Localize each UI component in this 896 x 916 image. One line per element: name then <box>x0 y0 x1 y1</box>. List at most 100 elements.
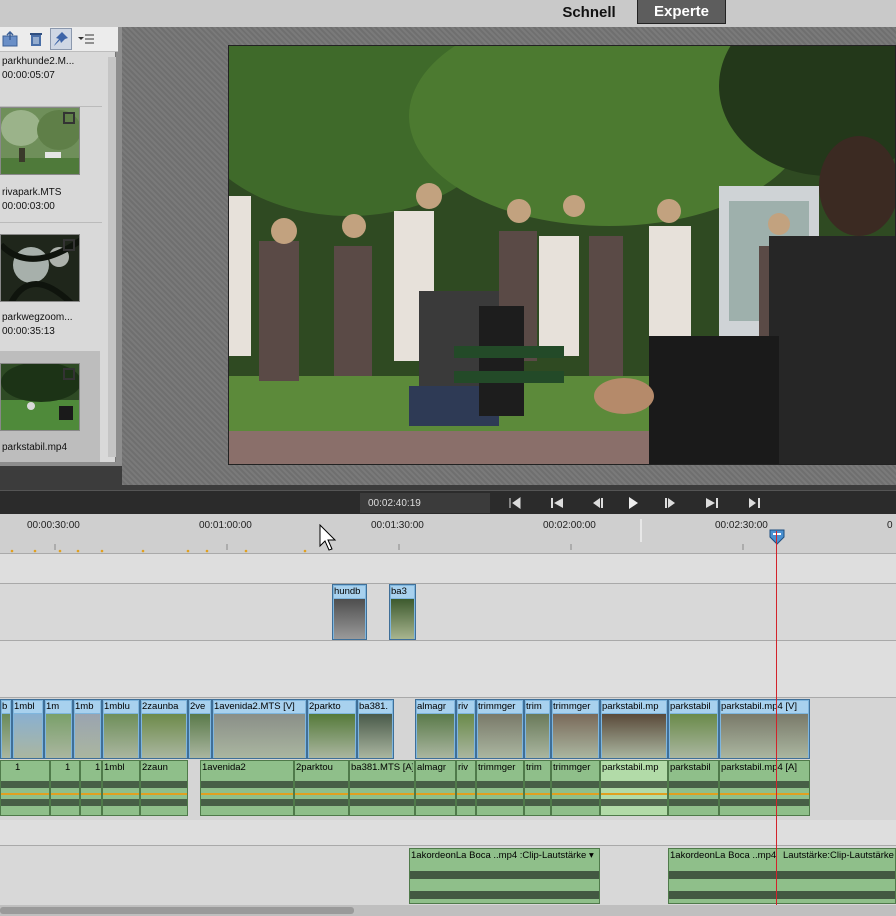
audio-clip[interactable]: trimmger <box>551 760 600 816</box>
playhead-handle-icon[interactable] <box>769 529 785 545</box>
clip-label: 1 <box>95 762 100 773</box>
waveform <box>103 781 139 806</box>
audio-clip[interactable]: parkstabil <box>668 760 719 816</box>
video-clip[interactable]: riv <box>456 699 476 759</box>
waveform <box>1 781 49 806</box>
music-clip[interactable]: 1akordeonLa Boca ..mp4 :Clip-Lautstärke … <box>409 848 600 904</box>
audio-clip[interactable]: trim <box>524 760 551 816</box>
audio-clip[interactable]: riv <box>456 760 476 816</box>
waveform <box>410 871 599 899</box>
asset-item[interactable]: parkhunde2.M... 00:00:05:07 <box>0 52 100 104</box>
video-clip[interactable]: ba381. <box>357 699 394 759</box>
audio-clip[interactable]: 2parktou <box>294 760 349 816</box>
clip-label: 1mbl <box>14 701 42 713</box>
video-clip[interactable]: parkstabil <box>668 699 719 759</box>
waveform <box>457 781 475 806</box>
video-clip[interactable]: 1mblu <box>102 699 140 759</box>
waveform <box>477 781 523 806</box>
transport-bar: 00:02:40:19 <box>0 490 896 514</box>
audio-clip[interactable]: 1 <box>0 760 50 816</box>
audio-clip[interactable]: trimmger <box>476 760 524 816</box>
assets-list: parkhunde2.M... 00:00:05:07 rivapark.MTS… <box>0 27 118 462</box>
asset-name: parkstabil.mp4 <box>2 442 68 453</box>
waveform <box>552 781 599 806</box>
clip-label: 1akordeonLa Boca ..mp4 :Clip-Lautstärke … <box>411 850 594 861</box>
step-back-icon[interactable] <box>588 495 606 511</box>
clip-label: parkstabil <box>670 762 711 773</box>
clip-volume-label: Lautstärke:Clip-Lautstärke ▾ <box>783 850 894 861</box>
clip-label: 1mb <box>75 701 100 713</box>
assets-scrollbar[interactable] <box>108 57 116 457</box>
waveform <box>525 781 550 806</box>
pin-icon[interactable] <box>50 28 72 50</box>
video-clip[interactable]: hundb <box>332 584 367 640</box>
video-2-track <box>0 584 896 640</box>
video-clip[interactable]: ba3 <box>389 584 416 640</box>
audio-clip[interactable]: 1 <box>50 760 80 816</box>
clip-label: 1mblu <box>104 701 138 713</box>
go-to-out-icon[interactable] <box>745 495 763 511</box>
video-clip[interactable]: almagr <box>415 699 456 759</box>
video-clip[interactable]: 1avenida2.MTS [V] <box>212 699 307 759</box>
audio-clip[interactable]: parkstabil.mp4 [A] <box>719 760 810 816</box>
video-clip[interactable]: 1mb <box>73 699 102 759</box>
asset-item[interactable]: parkwegzoom... 00:00:35:13 <box>0 234 100 364</box>
video-clip[interactable]: 2ve <box>188 699 212 759</box>
clip-label: 2zaun <box>142 762 168 773</box>
mode-quick-button[interactable]: Schnell <box>552 0 626 24</box>
clip-label: trimmger <box>478 762 516 773</box>
music-clip[interactable]: 1akordeonLa Boca ..mp4 Lautstärke:Clip-L… <box>668 848 896 904</box>
asset-item[interactable]: rivapark.MTS 00:00:03:00 <box>0 107 100 237</box>
trash-icon[interactable] <box>25 28 47 50</box>
clip-label: 1 <box>65 762 71 773</box>
video-clip[interactable]: b <box>0 699 12 759</box>
video-clip[interactable]: trimmger <box>476 699 524 759</box>
mode-expert-button[interactable]: Experte <box>637 0 726 24</box>
asset-item-selected[interactable]: parkstabil.mp4 <box>0 351 100 462</box>
asset-duration: 00:00:03:00 <box>2 201 55 212</box>
video-clip[interactable]: trim <box>524 699 551 759</box>
go-to-in-icon[interactable] <box>506 495 524 511</box>
video-clip[interactable]: parkstabil.mp <box>600 699 668 759</box>
video-clip[interactable]: parkstabil.mp4 [V] <box>719 699 810 759</box>
audio-clip[interactable]: parkstabil.mp <box>600 760 668 816</box>
clip-label: b <box>2 701 10 713</box>
film-icon <box>63 112 75 124</box>
video-clip[interactable]: 1mbl <box>12 699 44 759</box>
timeline-scroll-thumb[interactable] <box>0 907 354 914</box>
waveform <box>669 781 718 806</box>
step-forward-icon[interactable] <box>662 495 680 511</box>
audio-clip[interactable]: 2zaun <box>140 760 188 816</box>
export-icon[interactable] <box>0 28 22 50</box>
clip-label: ba381. <box>359 701 392 713</box>
audio-clip[interactable]: 1 <box>80 760 102 816</box>
go-to-start-icon[interactable] <box>548 495 566 511</box>
clip-label: 1m <box>46 701 71 713</box>
clip-label: 2parkto <box>309 701 355 713</box>
audio-clip[interactable]: 1mbl <box>102 760 140 816</box>
clip-label: almagr <box>417 762 447 773</box>
audio-clip[interactable]: 1avenida2 <box>200 760 294 816</box>
go-to-end-icon[interactable] <box>703 495 721 511</box>
video-clip[interactable]: trimmger <box>551 699 600 759</box>
video-clip[interactable]: 2zaunba <box>140 699 188 759</box>
clip-label: 1avenida2.MTS [V] <box>214 701 305 713</box>
mouse-cursor-icon <box>319 524 337 551</box>
clip-label: parkstabil.mp <box>602 701 666 713</box>
audio-clip[interactable]: almagr <box>415 760 456 816</box>
asset-name: rivapark.MTS <box>2 187 62 198</box>
video-clip[interactable]: 2parkto <box>307 699 357 759</box>
clip-label: trimmger <box>553 762 591 773</box>
audio-clip[interactable]: ba381.MTS [A] <box>349 760 415 816</box>
timeline-ruler[interactable]: 00:00:30:00 00:01:00:00 00:01:30:00 00:0… <box>0 514 896 554</box>
clip-label: trimmger <box>478 701 522 713</box>
waveform <box>295 781 348 806</box>
clip-label: riv <box>458 762 469 773</box>
play-icon[interactable] <box>624 495 642 511</box>
view-options-icon[interactable] <box>75 28 97 50</box>
waveform <box>201 781 293 806</box>
waveform <box>81 781 101 806</box>
timeline-scrollbar[interactable] <box>0 905 896 916</box>
assets-toolbar <box>0 27 118 52</box>
video-clip[interactable]: 1m <box>44 699 73 759</box>
